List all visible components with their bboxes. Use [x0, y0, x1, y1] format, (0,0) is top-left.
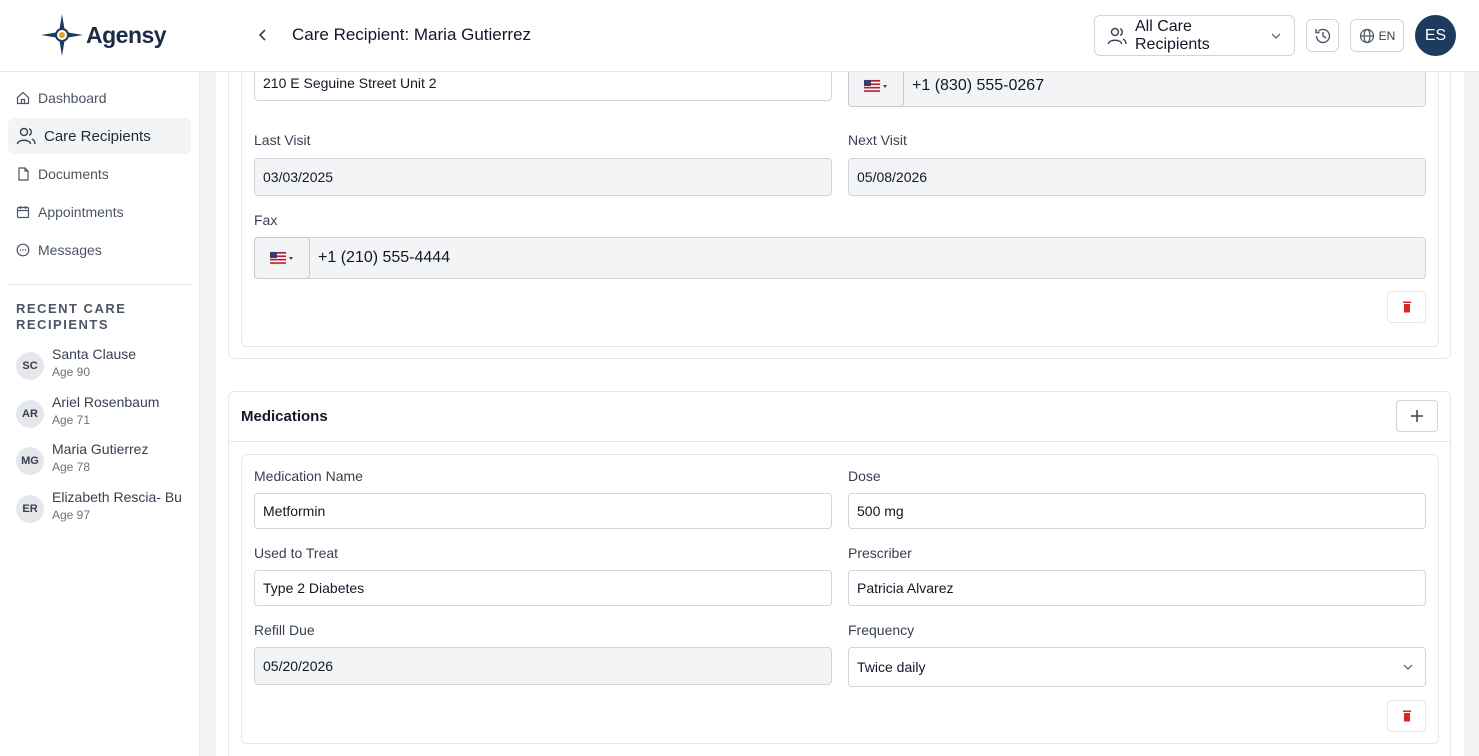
trash-icon: [1402, 301, 1411, 313]
chat-icon: [16, 243, 30, 257]
recent-recipient-name: Santa Clause: [52, 346, 137, 362]
us-flag-icon: [270, 251, 293, 265]
used-to-treat-field[interactable]: Type 2 Diabetes: [254, 570, 832, 606]
phone-field[interactable]: +1 (830) 555-0267: [848, 72, 1426, 107]
sidebar-item-dashboard[interactable]: Dashboard: [8, 80, 191, 116]
last-visit-label: Last Visit: [254, 132, 311, 148]
country-code-select[interactable]: [848, 72, 904, 107]
sidebar-item-label: Care Recipients: [44, 127, 151, 145]
globe-icon: [1359, 28, 1374, 43]
recent-recipient-age: Age 78: [52, 460, 91, 474]
user-avatar[interactable]: ES: [1415, 15, 1456, 56]
provider-entry: 210 E Seguine Street Unit 2 +1 (830) 555…: [241, 72, 1439, 347]
back-button[interactable]: [250, 22, 276, 48]
sidebar-divider: [8, 284, 191, 285]
recent-recipient-item[interactable]: ER Elizabeth Rescia- Bu Age 97: [16, 489, 200, 529]
calendar-icon: [16, 206, 30, 219]
recent-recipient-name: Ariel Rosenbaum: [52, 394, 160, 410]
sidebar-item-label: Appointments: [38, 204, 124, 220]
sidebar-item-care-recipients[interactable]: Care Recipients: [8, 118, 191, 154]
chevron-left-icon: [258, 29, 266, 41]
next-visit-label: Next Visit: [848, 132, 907, 148]
medication-name-field[interactable]: Metformin: [254, 493, 832, 529]
recent-recipient-item[interactable]: SC Santa Clause Age 90: [16, 346, 200, 386]
frequency-value: Twice daily: [857, 659, 926, 675]
recent-recipient-item[interactable]: AR Ariel Rosenbaum Age 71: [16, 394, 200, 434]
add-medication-button[interactable]: [1396, 400, 1438, 432]
avatar: SC: [16, 352, 44, 380]
agensy-logo[interactable]: Agensy: [40, 12, 170, 58]
sidebar: Dashboard Care Recipients Documents Appo…: [0, 72, 200, 756]
document-icon: [18, 167, 29, 181]
fax-field[interactable]: +1 (210) 555-4444: [254, 237, 1426, 279]
top-header: Agensy Care Recipient: Maria Gutierrez A…: [0, 0, 1479, 72]
next-visit-field[interactable]: 05/08/2026: [848, 158, 1426, 196]
chevron-down-icon: [1403, 664, 1413, 670]
home-icon: [16, 91, 30, 105]
refill-due-label: Refill Due: [254, 622, 315, 638]
medication-entry: Medication Name Metformin Dose 500 mg Us…: [241, 454, 1439, 744]
chevron-down-icon: [1271, 33, 1281, 39]
sidebar-item-label: Documents: [38, 166, 109, 182]
main-content: 210 E Seguine Street Unit 2 +1 (830) 555…: [200, 72, 1479, 756]
avatar: ER: [16, 495, 44, 523]
frequency-select[interactable]: Twice daily: [848, 647, 1426, 687]
content-panel: 210 E Seguine Street Unit 2 +1 (830) 555…: [216, 72, 1464, 756]
us-flag-icon: [864, 79, 887, 93]
sidebar-item-label: Dashboard: [38, 90, 107, 106]
language-button[interactable]: EN: [1350, 19, 1404, 52]
recent-recipient-age: Age 97: [52, 508, 91, 522]
used-to-treat-label: Used to Treat: [254, 545, 339, 561]
plus-icon: [1411, 410, 1423, 422]
logo-text: Agensy: [86, 21, 167, 48]
last-visit-field[interactable]: 03/03/2025: [254, 158, 832, 196]
medications-heading: Medications: [241, 408, 328, 425]
prescriber-field[interactable]: Patricia Alvarez: [848, 570, 1426, 606]
delete-medication-button[interactable]: [1387, 700, 1426, 732]
care-recipient-selector[interactable]: All Care Recipients: [1094, 15, 1295, 56]
history-button[interactable]: [1306, 19, 1339, 52]
sidebar-item-messages[interactable]: Messages: [8, 232, 191, 268]
recent-recipient-age: Age 71: [52, 413, 91, 427]
refill-due-field[interactable]: 05/20/2026: [254, 647, 832, 685]
trash-icon: [1402, 710, 1411, 722]
page-title: Care Recipient: Maria Gutierrez: [292, 25, 532, 44]
logo-star-icon: [41, 14, 83, 56]
users-icon: [16, 127, 36, 145]
language-code: EN: [1378, 28, 1396, 43]
dose-label: Dose: [848, 468, 881, 484]
provider-card: 210 E Seguine Street Unit 2 +1 (830) 555…: [228, 72, 1451, 359]
recipient-selector-label: All Care Recipients: [1135, 17, 1210, 53]
recent-recipients-heading: Recent Care Recipients: [16, 301, 127, 332]
users-icon: [1107, 27, 1127, 44]
avatar: MG: [16, 447, 44, 475]
recent-recipient-age: Age 90: [52, 365, 91, 379]
sidebar-item-documents[interactable]: Documents: [8, 156, 191, 192]
frequency-label: Frequency: [848, 622, 915, 638]
fax-number: +1 (210) 555-4444: [318, 249, 451, 266]
medications-card: Medications Medication Name Metformin Do…: [228, 391, 1451, 756]
dose-field[interactable]: 500 mg: [848, 493, 1426, 529]
country-code-select[interactable]: [254, 237, 310, 279]
sidebar-item-label: Messages: [38, 242, 102, 258]
fax-label: Fax: [254, 212, 278, 228]
phone-number: +1 (830) 555-0267: [912, 77, 1045, 94]
recent-recipient-name: Maria Gutierrez: [52, 441, 149, 457]
history-icon: [1314, 28, 1330, 43]
recent-recipient-item[interactable]: MG Maria Gutierrez Age 78: [16, 441, 200, 481]
medication-name-label: Medication Name: [254, 468, 363, 484]
avatar: AR: [16, 400, 44, 428]
prescriber-label: Prescriber: [848, 545, 912, 561]
sidebar-item-appointments[interactable]: Appointments: [8, 194, 191, 230]
delete-provider-button[interactable]: [1387, 291, 1426, 323]
address-field[interactable]: 210 E Seguine Street Unit 2: [254, 72, 832, 101]
card-divider: [229, 441, 1450, 442]
recent-recipient-name: Elizabeth Rescia- Bu: [52, 489, 182, 505]
